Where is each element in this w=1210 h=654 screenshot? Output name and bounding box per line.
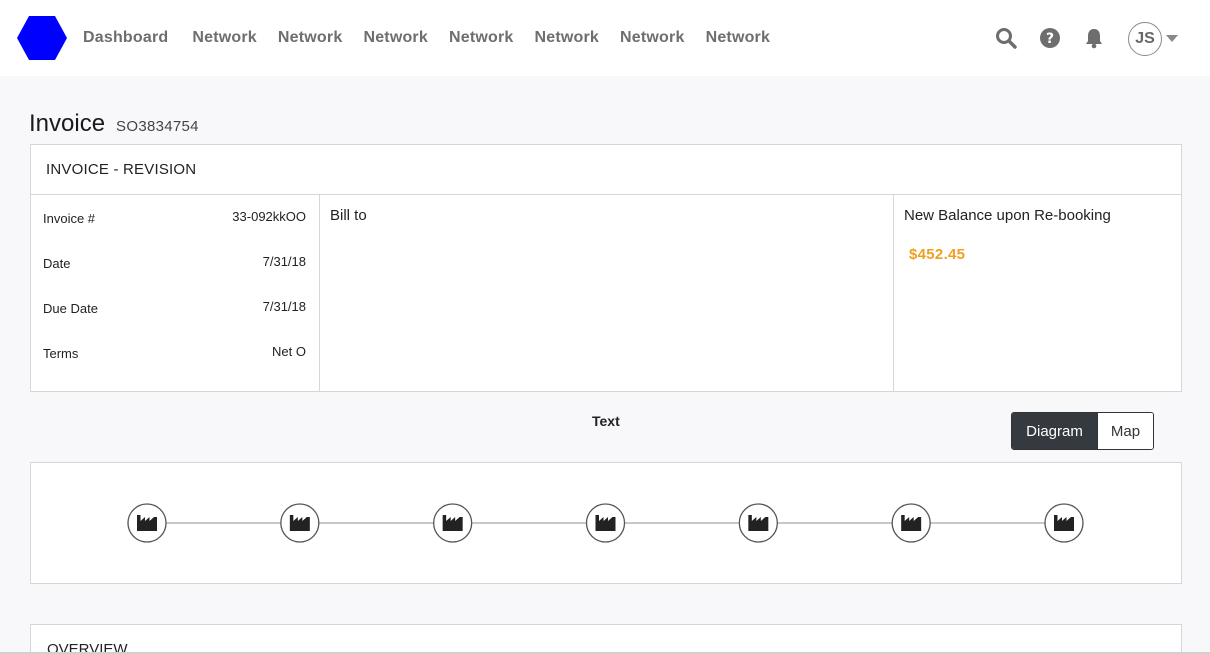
factory-node-icon[interactable] xyxy=(280,503,320,543)
balance-label: New Balance upon Re-booking xyxy=(904,207,1111,224)
detail-row: Date 7/31/18 xyxy=(43,254,306,299)
help-icon[interactable]: ? xyxy=(1037,25,1063,51)
nav-network[interactable]: Network xyxy=(278,29,343,47)
invoice-number: SO3834754 xyxy=(116,118,199,135)
nav-network[interactable]: Network xyxy=(535,29,600,47)
page-title: Invoice SO3834754 xyxy=(29,110,199,138)
invoice-details: Invoice # 33-092kkOO Date 7/31/18 Due Da… xyxy=(31,195,320,392)
detail-label: Invoice # xyxy=(43,211,96,226)
factory-node-icon[interactable] xyxy=(738,503,778,543)
chevron-down-icon[interactable] xyxy=(1166,35,1178,42)
detail-value: 7/31/18 xyxy=(262,254,306,269)
bill-to-section: Bill to xyxy=(320,195,894,392)
detail-value: Net O xyxy=(272,344,306,359)
bill-to-label: Bill to xyxy=(330,207,367,224)
diagram-canvas xyxy=(127,503,1084,543)
main-nav: Dashboard Network Network Network Networ… xyxy=(83,0,791,76)
nav-network[interactable]: Network xyxy=(192,29,257,47)
invoice-card-header: INVOICE - REVISION xyxy=(31,145,1181,195)
detail-value: 7/31/18 xyxy=(262,299,306,314)
top-icons: ? xyxy=(990,0,1107,76)
nav-dashboard[interactable]: Dashboard xyxy=(83,29,168,47)
user-avatar[interactable]: JS xyxy=(1128,22,1162,56)
view-toggle: Diagram Map xyxy=(1011,412,1154,450)
page-title-text: Invoice xyxy=(29,110,106,137)
nav-network[interactable]: Network xyxy=(363,29,428,47)
detail-row: Invoice # 33-092kkOO xyxy=(43,209,306,254)
detail-row: Terms Net O xyxy=(43,344,306,389)
factory-node-icon[interactable] xyxy=(1044,503,1084,543)
detail-label: Date xyxy=(43,256,71,271)
route-diagram xyxy=(30,462,1182,584)
overview-card: OVERVIEW xyxy=(30,624,1182,654)
invoice-card: INVOICE - REVISION Invoice # 33-092kkOO … xyxy=(30,144,1182,392)
factory-node-icon[interactable] xyxy=(891,503,931,543)
view-label: Text xyxy=(592,413,620,429)
top-navbar: Dashboard Network Network Network Networ… xyxy=(0,0,1210,76)
nav-network[interactable]: Network xyxy=(706,29,771,47)
logo-hexagon-icon[interactable] xyxy=(16,15,68,61)
factory-node-icon[interactable] xyxy=(433,503,473,543)
map-toggle-button[interactable]: Map xyxy=(1097,413,1153,449)
detail-value: 33-092kkOO xyxy=(232,209,306,224)
diagram-toggle-button[interactable]: Diagram xyxy=(1012,413,1097,449)
detail-label: Due Date xyxy=(43,301,98,316)
factory-node-icon[interactable] xyxy=(585,503,626,543)
nav-network[interactable]: Network xyxy=(620,29,685,47)
factory-node-icon[interactable] xyxy=(127,503,167,543)
detail-row: Due Date 7/31/18 xyxy=(43,299,306,344)
search-icon[interactable] xyxy=(993,25,1019,51)
bell-icon[interactable] xyxy=(1081,25,1107,51)
balance-value: $452.45 xyxy=(909,246,966,263)
svg-text:?: ? xyxy=(1046,31,1054,47)
nav-network[interactable]: Network xyxy=(449,29,514,47)
detail-label: Terms xyxy=(43,346,79,361)
balance-section: New Balance upon Re-booking $452.45 xyxy=(894,195,1181,392)
